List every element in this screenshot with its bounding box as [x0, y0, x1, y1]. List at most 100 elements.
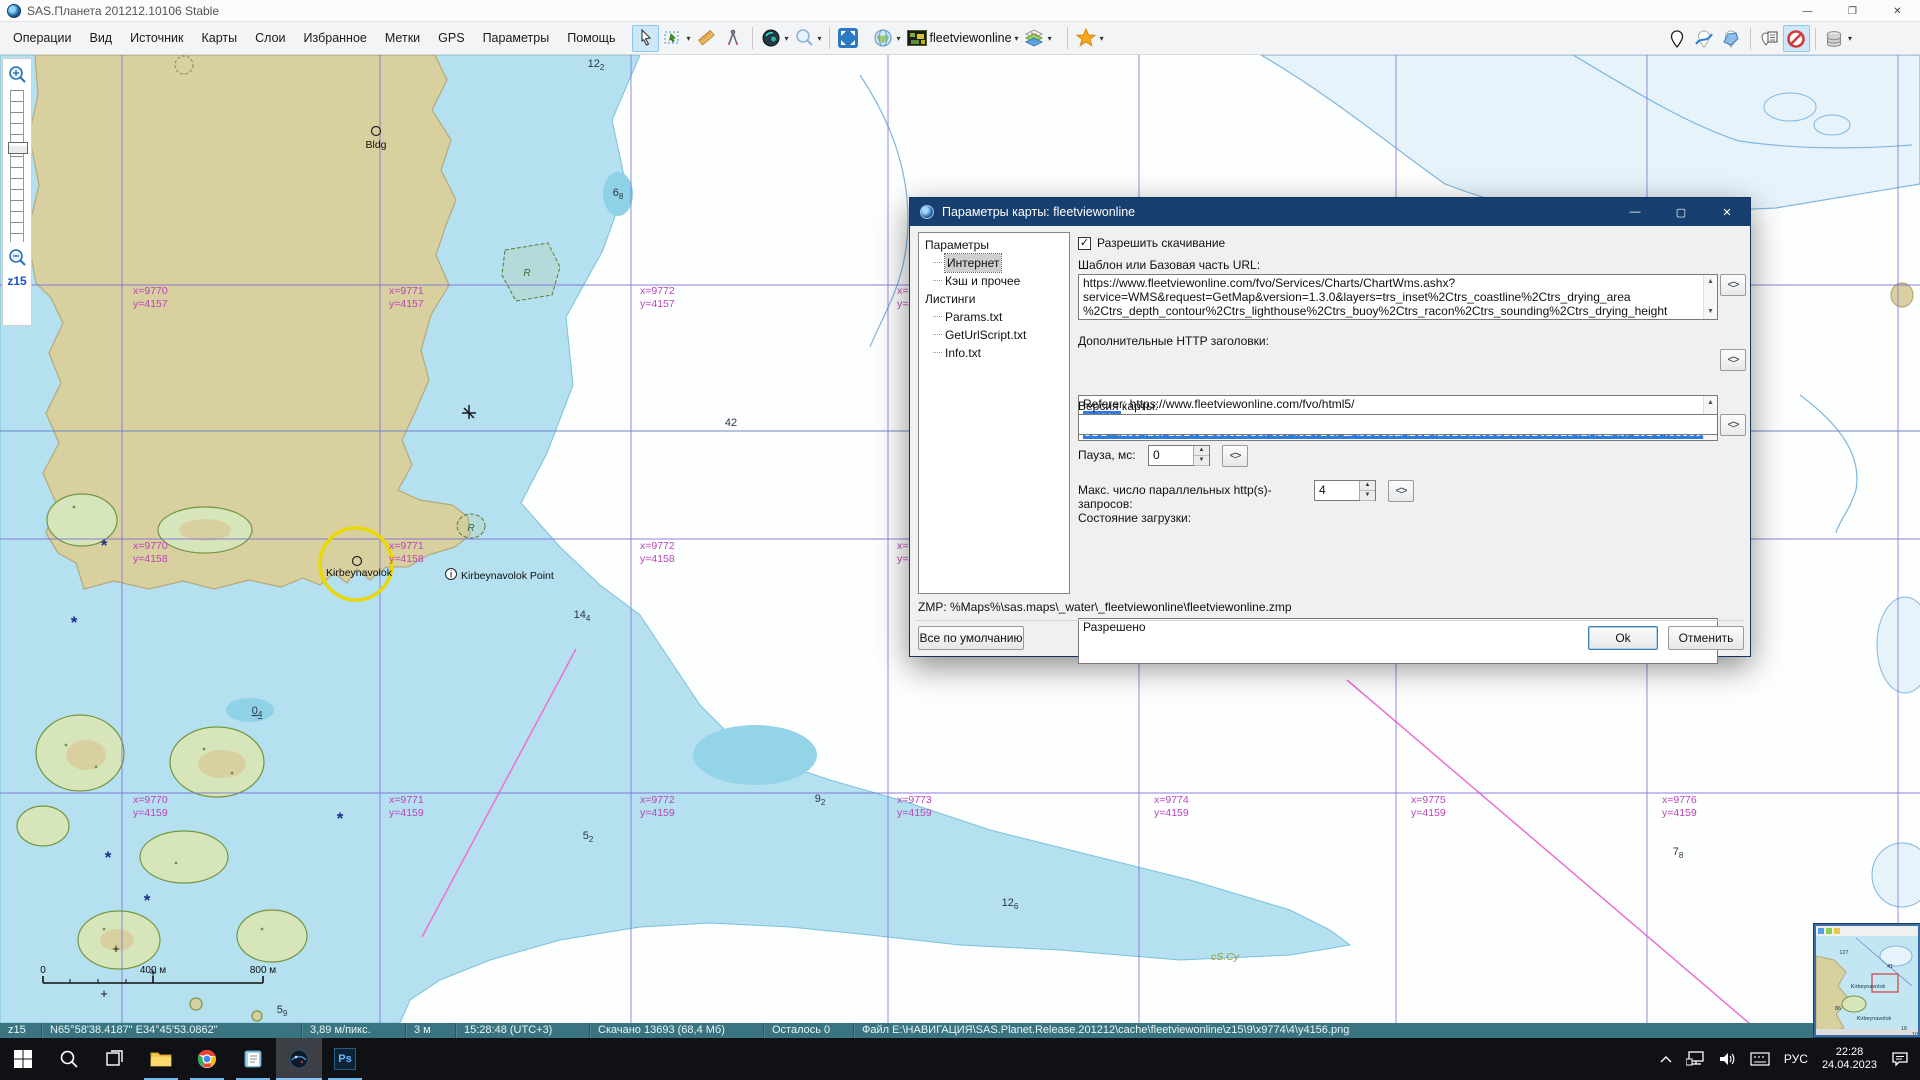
url-script-button[interactable]: <> — [1720, 274, 1746, 296]
tree-item-интернет[interactable]: Интернет — [919, 254, 1069, 272]
add-placemark-button[interactable] — [1664, 25, 1691, 52]
menu-item-5[interactable]: Избранное — [295, 22, 376, 54]
overview-minimap[interactable]: 12741Kirbeynavolok86Kirbeynavolok1610 — [1814, 924, 1920, 1037]
photoshop-icon[interactable]: Ps — [322, 1038, 368, 1080]
dialog-minimize-button[interactable]: — — [1612, 198, 1658, 226]
tile-label: x=9772 — [640, 285, 675, 297]
spin-down-icon[interactable]: ▼ — [1360, 491, 1375, 501]
search-button[interactable] — [791, 25, 818, 52]
language-indicator[interactable]: РУС — [1777, 1038, 1815, 1080]
menu-item-0[interactable]: Операции — [4, 22, 80, 54]
chevron-down-icon[interactable]: ▾ — [1015, 34, 1019, 43]
tree-item-кэш-и-прочее[interactable]: Кэш и прочее — [919, 272, 1069, 290]
scroll-up-icon[interactable]: ▲ — [1704, 275, 1717, 289]
volume-icon[interactable] — [1711, 1038, 1743, 1080]
defaults-button[interactable]: Все по умолчанию — [918, 626, 1024, 650]
scroll-down-icon[interactable]: ▼ — [1704, 305, 1717, 319]
tree-item-листинги[interactable]: Листинги — [919, 290, 1069, 308]
tile-label: x=9776 — [1662, 794, 1697, 806]
chevron-down-icon[interactable]: ▾ — [686, 34, 690, 43]
dialog-maximize-button[interactable]: ▢ — [1658, 198, 1704, 226]
close-button[interactable]: ✕ — [1875, 0, 1920, 22]
ruler-tool-button[interactable] — [693, 25, 720, 52]
menu-item-8[interactable]: Параметры — [474, 22, 559, 54]
menu-item-7[interactable]: GPS — [429, 22, 473, 54]
tile-label: y=4159 — [1411, 807, 1446, 819]
allow-download-checkbox[interactable]: ✓ — [1078, 237, 1091, 250]
chevron-down-icon[interactable]: ▾ — [897, 34, 901, 43]
chevron-down-icon[interactable]: ▾ — [785, 34, 789, 43]
spin-up-icon[interactable]: ▲ — [1360, 481, 1375, 491]
pause-script-button[interactable]: <> — [1222, 445, 1248, 467]
settings-tree[interactable]: ПараметрыИнтернетКэш и прочееЛистингиPar… — [918, 232, 1070, 594]
url-template-field[interactable]: https://www.fleetviewonline.com/fvo/Serv… — [1078, 274, 1718, 320]
menu-item-1[interactable]: Вид — [80, 22, 121, 54]
selection-manager-button[interactable] — [659, 25, 686, 52]
max-script-button[interactable]: <> — [1388, 480, 1414, 502]
select-tool-button[interactable] — [632, 25, 659, 52]
maximize-button[interactable]: ❐ — [1830, 0, 1875, 22]
add-polygon-button[interactable] — [1718, 25, 1745, 52]
current-map-label[interactable]: fleetviewonline — [930, 31, 1012, 45]
favorites-star-button[interactable] — [1073, 25, 1100, 52]
chrome-icon[interactable] — [184, 1038, 230, 1080]
tree-item-geturlscript-txt[interactable]: GetUrlScript.txt — [919, 326, 1069, 344]
network-icon[interactable] — [1679, 1038, 1711, 1080]
basemap-globe-button[interactable] — [870, 25, 897, 52]
menu-item-6[interactable]: Метки — [376, 22, 429, 54]
max-requests-value: 4 — [1319, 483, 1326, 497]
menu-item-4[interactable]: Слои — [246, 22, 294, 54]
tile-label: y=4158 — [389, 553, 424, 565]
version-input[interactable] — [1078, 414, 1718, 435]
tree-item-параметры[interactable]: Параметры — [919, 236, 1069, 254]
spin-up-icon[interactable]: ▲ — [1194, 446, 1209, 456]
file-explorer-icon[interactable] — [138, 1038, 184, 1080]
zoom-in-button[interactable] — [5, 62, 29, 86]
task-view-button[interactable] — [92, 1038, 138, 1080]
divider-tool-button[interactable] — [720, 25, 747, 52]
zoom-out-button[interactable] — [5, 245, 29, 269]
minimap-chart: 12741Kirbeynavolok86Kirbeynavolok1610 — [1816, 926, 1918, 1035]
spin-down-icon[interactable]: ▼ — [1194, 456, 1209, 466]
layers-button[interactable] — [1021, 25, 1048, 52]
cancel-button[interactable]: Отменить — [1668, 626, 1744, 650]
touch-keyboard-icon[interactable] — [1743, 1038, 1777, 1080]
tile-label: y=4157 — [133, 298, 168, 310]
cache-database-button[interactable] — [1821, 25, 1848, 52]
menu-item-2[interactable]: Источник — [121, 22, 192, 54]
hide-marks-button[interactable] — [1783, 25, 1810, 52]
placemark-manager-button[interactable] — [1756, 25, 1783, 52]
chevron-down-icon[interactable]: ▾ — [1100, 34, 1104, 43]
chevron-down-icon[interactable]: ▾ — [818, 34, 822, 43]
menu-item-3[interactable]: Карты — [192, 22, 246, 54]
tile-label: x=9770 — [133, 540, 168, 552]
taskbar-clock[interactable]: 22:28 24.04.2023 — [1815, 1038, 1884, 1080]
tree-item-params-txt[interactable]: Params.txt — [919, 308, 1069, 326]
url-label: Шаблон или Базовая часть URL: — [1078, 258, 1718, 272]
add-path-button[interactable] — [1691, 25, 1718, 52]
headers-script-button[interactable]: <> — [1720, 349, 1746, 371]
zoom-slider-handle[interactable] — [8, 142, 28, 154]
night-globe-button[interactable] — [758, 25, 785, 52]
minimize-button[interactable]: — — [1785, 0, 1830, 22]
tree-item-info-txt[interactable]: Info.txt — [919, 344, 1069, 362]
zoom-slider[interactable] — [10, 90, 24, 242]
ok-button[interactable]: Ok — [1588, 626, 1658, 650]
scrollbar[interactable]: ▲▼ — [1703, 275, 1717, 319]
tile-label: y=4159 — [1154, 807, 1189, 819]
chevron-down-icon[interactable]: ▾ — [1048, 34, 1052, 43]
version-script-button[interactable]: <> — [1720, 414, 1746, 436]
sas-planet-taskbar-icon[interactable] — [276, 1038, 322, 1080]
chevron-down-icon[interactable]: ▾ — [1848, 34, 1852, 43]
start-button[interactable] — [0, 1038, 46, 1080]
menu-item-9[interactable]: Помощь — [558, 22, 624, 54]
notes-app-icon[interactable] — [230, 1038, 276, 1080]
dialog-close-button[interactable]: ✕ — [1704, 198, 1750, 226]
notifications-icon[interactable] — [1884, 1038, 1916, 1080]
pause-spinner[interactable]: 0 ▲▼ — [1148, 445, 1210, 466]
max-requests-spinner[interactable]: 4 ▲▼ — [1314, 480, 1376, 501]
dialog-titlebar[interactable]: Параметры карты: fleetviewonline — ▢ ✕ — [910, 198, 1750, 226]
taskbar-search-button[interactable] — [46, 1038, 92, 1080]
tray-expand-icon[interactable] — [1653, 1038, 1679, 1080]
fullscreen-button[interactable] — [835, 25, 862, 52]
